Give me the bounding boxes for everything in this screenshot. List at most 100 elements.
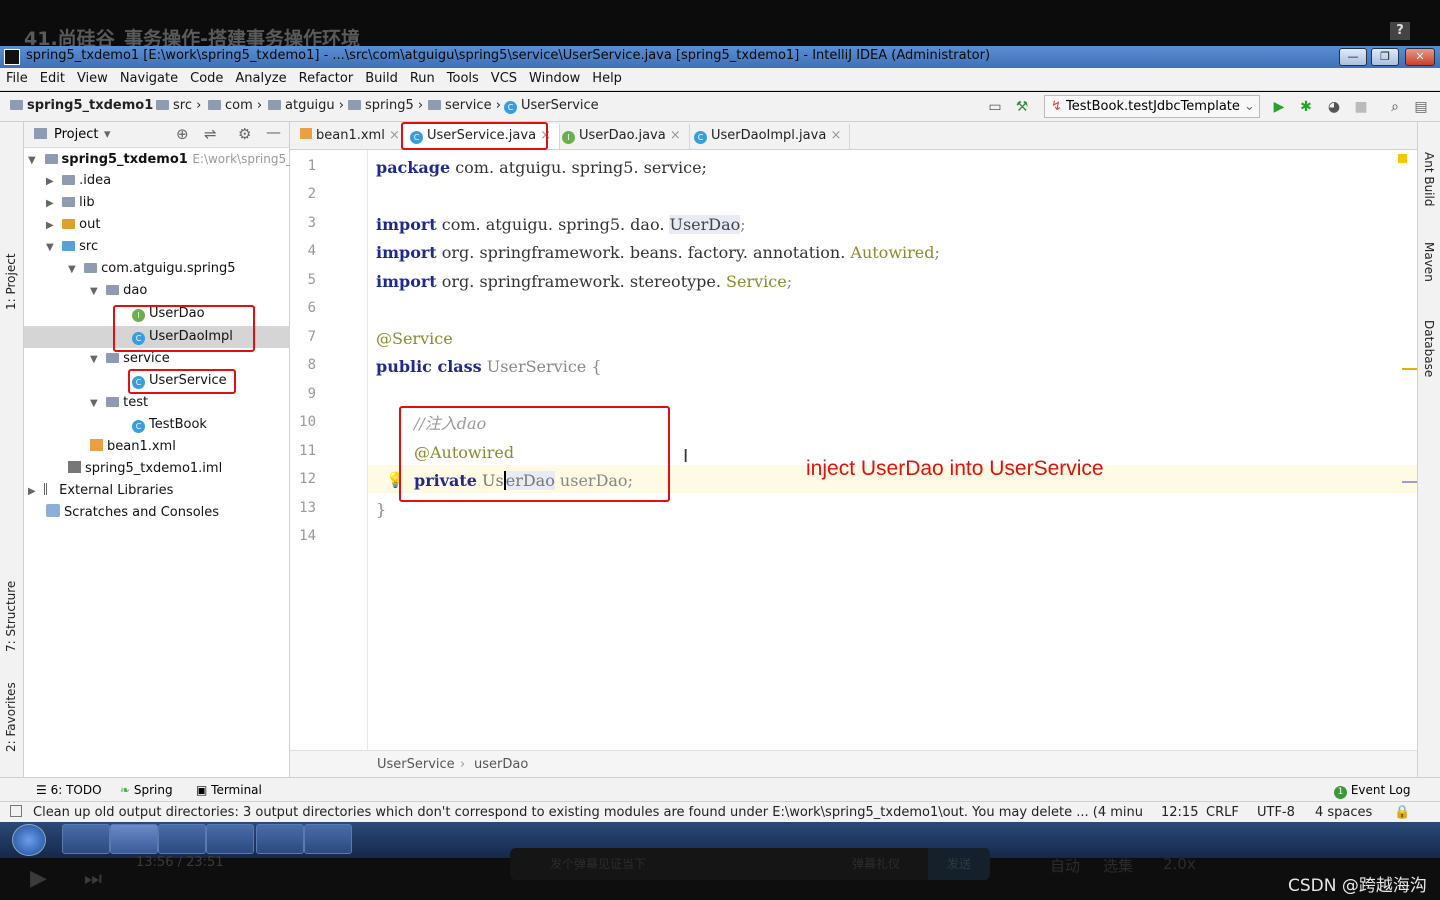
taskbar-other-icon[interactable] <box>304 824 352 854</box>
menu-file[interactable]: File <box>0 68 34 86</box>
tree-item-bean1[interactable]: bean1.xml <box>90 436 176 458</box>
code-line-7: @Service <box>376 325 453 353</box>
restore-button[interactable]: ❐ <box>1371 48 1399 66</box>
coverage-icon[interactable]: ◕ <box>1325 98 1343 116</box>
menu-window[interactable]: Window <box>523 68 586 86</box>
taskbar-browser-icon[interactable] <box>62 824 110 854</box>
search-icon[interactable]: ⌕ <box>1386 98 1404 116</box>
tree-item-test[interactable]: ▼ test <box>90 392 148 414</box>
hide-icon[interactable]: — <box>266 123 281 141</box>
file-encoding[interactable]: UTF-8 <box>1257 805 1295 820</box>
chevron-down-icon[interactable]: ▾ <box>104 127 111 142</box>
tab-ant-build[interactable]: Ant Build <box>1422 152 1436 206</box>
taskbar-explorer-icon[interactable] <box>206 824 254 854</box>
menu-edit[interactable]: Edit <box>34 68 71 86</box>
status-message[interactable]: Clean up old output directories: 3 outpu… <box>33 805 1143 820</box>
menu-vcs[interactable]: VCS <box>485 68 523 86</box>
tab-favorites-tool[interactable]: 2: Favorites <box>4 682 18 752</box>
tool-label: 6: TODO <box>50 783 102 797</box>
next-icon[interactable]: ⏭ <box>84 866 102 890</box>
tree-item-lib[interactable]: ▶ lib <box>46 192 95 214</box>
gear-icon[interactable]: ⚙ <box>238 125 251 143</box>
tree-item-iml[interactable]: spring5_txdemo1.iml <box>68 458 222 480</box>
line-number: 3 <box>307 215 316 231</box>
close-icon[interactable]: × <box>670 128 681 143</box>
breadcrumb-class[interactable]: UserService <box>377 757 455 772</box>
close-icon[interactable]: × <box>389 128 400 143</box>
tab-project-tool[interactable]: 1: Project <box>4 253 18 310</box>
crumb-spring5[interactable]: spring5 › <box>348 98 423 113</box>
crumb-label: atguigu <box>285 98 335 113</box>
crumb-service[interactable]: service › <box>428 98 501 113</box>
episodes-button[interactable]: 选集 <box>1103 855 1133 876</box>
project-structure-icon[interactable]: ▭ <box>986 98 1004 116</box>
menu-run[interactable]: Run <box>404 68 441 86</box>
tree-item-src[interactable]: ▼ src <box>46 236 98 258</box>
run-icon[interactable]: ▶ <box>1270 98 1288 116</box>
run-configuration-select[interactable]: ↯ TestBook.testJdbcTemplate ⌄ <box>1044 95 1260 118</box>
taskbar-word-icon[interactable] <box>256 824 304 854</box>
caret-position[interactable]: 12:15 <box>1161 805 1198 820</box>
tree-item-dao[interactable]: ▼ dao <box>90 280 147 302</box>
tool-label: Terminal <box>211 783 262 797</box>
settings-icon[interactable]: ▤ <box>1412 98 1430 116</box>
tree-item-external-libraries[interactable]: ▶ External Libraries <box>28 480 173 502</box>
speed-button[interactable]: 2.0x <box>1163 855 1196 873</box>
debug-icon[interactable]: ✱ <box>1297 98 1315 116</box>
event-log-tool[interactable]: 1 Event Log <box>1334 783 1410 799</box>
menu-navigate[interactable]: Navigate <box>114 68 184 86</box>
stop-icon[interactable]: ■ <box>1352 98 1370 116</box>
project-view-select[interactable]: Project <box>54 127 98 142</box>
start-button-icon[interactable] <box>12 824 46 856</box>
tab-userdaoimpl-java[interactable]: C UserDaoImpl.java × <box>686 124 851 149</box>
send-button[interactable]: 发送 <box>928 848 990 880</box>
todo-tool[interactable]: ☰ 6: TODO <box>36 783 102 797</box>
tab-structure-tool[interactable]: 7: Structure <box>4 581 18 652</box>
menu-build[interactable]: Build <box>359 68 404 86</box>
menu-help[interactable]: Help <box>586 68 628 86</box>
menu-analyze[interactable]: Analyze <box>229 68 292 86</box>
help-icon[interactable]: ? <box>1390 22 1410 40</box>
taskbar-app-icon[interactable] <box>158 824 206 854</box>
menu-tools[interactable]: Tools <box>441 68 485 86</box>
crumb-src[interactable]: src › <box>156 98 201 113</box>
locate-icon[interactable]: ⊕ <box>176 125 189 143</box>
tree-item-testbook[interactable]: C TestBook <box>132 414 207 436</box>
menu-code[interactable]: Code <box>184 68 229 86</box>
scratch-icon <box>46 504 60 517</box>
collapse-icon[interactable]: ⇌ <box>204 125 217 143</box>
crumb-project[interactable]: spring5_txdemo1 › <box>10 98 163 113</box>
menu-refactor[interactable]: Refactor <box>293 68 360 86</box>
close-icon[interactable]: × <box>830 128 841 143</box>
status-toggle-icon[interactable] <box>10 805 22 817</box>
xml-icon <box>90 439 103 451</box>
play-icon[interactable]: ▶ <box>30 866 47 891</box>
close-button[interactable]: ✕ <box>1405 48 1435 66</box>
tab-database[interactable]: Database <box>1422 320 1436 377</box>
tree-item-idea[interactable]: ▶ .idea <box>46 170 111 192</box>
quality-button[interactable]: 自动 <box>1050 855 1080 876</box>
lock-icon[interactable]: 🔒 <box>1394 805 1410 820</box>
tree-item-scratches[interactable]: Scratches and Consoles <box>46 502 219 524</box>
crumb-atguigu[interactable]: atguigu › <box>268 98 344 113</box>
indent-setting[interactable]: 4 spaces <box>1315 805 1372 820</box>
crumb-com[interactable]: com › <box>208 98 262 113</box>
terminal-tool[interactable]: ▣ Terminal <box>196 783 262 797</box>
taskbar-intellij-icon[interactable] <box>110 824 158 854</box>
tree-item-module[interactable]: ▼ spring5_txdemo1 E:\work\spring5_t <box>28 148 297 170</box>
menu-view[interactable]: View <box>71 68 114 86</box>
tree-item-package[interactable]: ▼ com.atguigu.spring5 <box>68 258 236 280</box>
tree-item-out[interactable]: ▶ out <box>46 214 100 236</box>
tab-userdao-java[interactable]: I UserDao.java × <box>554 124 690 149</box>
line-separator[interactable]: CRLF <box>1206 805 1239 820</box>
crumb-userservice[interactable]: C UserService <box>504 98 599 114</box>
breadcrumb-field[interactable]: userDao <box>474 757 528 772</box>
danmaku-etiquette[interactable]: 弹幕礼仪 <box>852 855 900 872</box>
minimize-button[interactable]: — <box>1339 48 1367 66</box>
danmaku-input[interactable]: 发个弹幕见证当下 弹幕礼仪 发送 <box>510 848 990 880</box>
tab-bean1-xml[interactable]: bean1.xml × <box>292 124 409 149</box>
analysis-status-marker[interactable] <box>1398 154 1407 163</box>
build-hammer-icon[interactable]: ⚒ <box>1013 98 1031 116</box>
spring-tool[interactable]: ❧ Spring <box>120 783 173 797</box>
tab-maven[interactable]: Maven <box>1422 242 1436 282</box>
